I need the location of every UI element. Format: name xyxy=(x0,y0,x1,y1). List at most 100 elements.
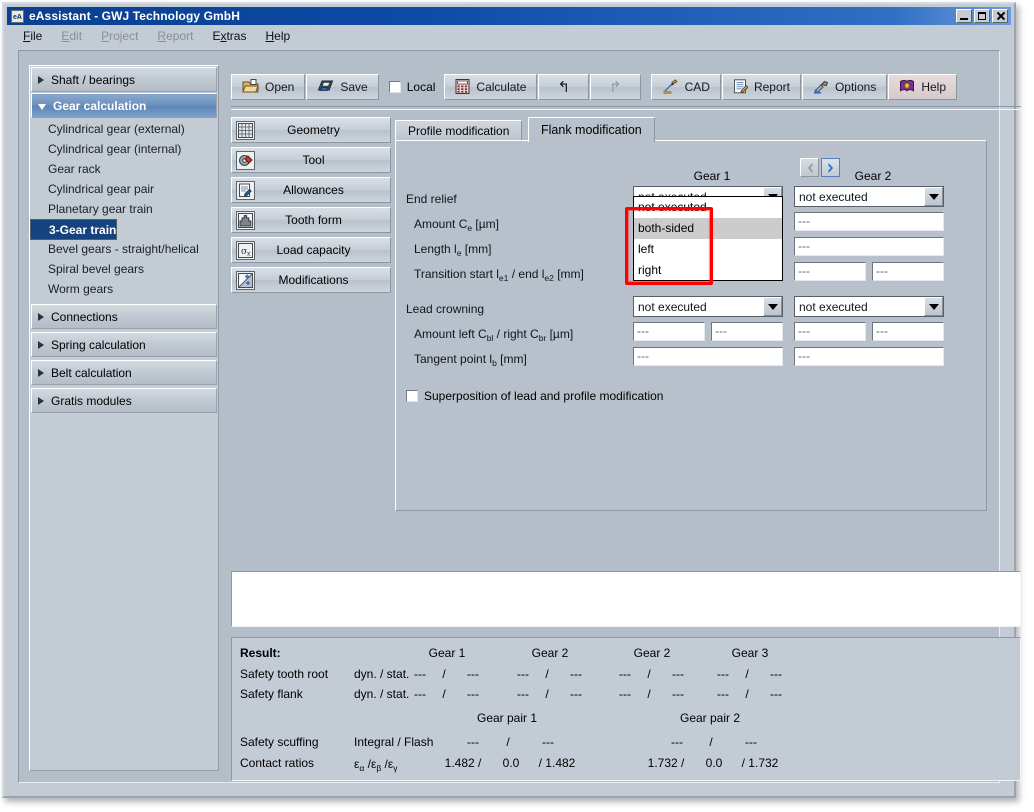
sidebar-group-label: Connections xyxy=(51,310,118,324)
lead-crowning-gear1-amount-left[interactable]: --- xyxy=(633,322,705,341)
local-checkbox-group[interactable]: Local xyxy=(389,80,436,94)
open-label: Open xyxy=(265,80,294,94)
result-cell: --- xyxy=(460,735,486,749)
category-modifications[interactable]: Modifications xyxy=(231,267,391,293)
sidebar-item-3-gear-train[interactable]: 3-Gear train xyxy=(30,219,117,240)
menu-report[interactable]: Report xyxy=(157,29,193,43)
superposition-checkbox[interactable] xyxy=(406,390,418,402)
lead-crowning-gear2-tangent[interactable]: --- xyxy=(794,347,944,366)
calculate-button[interactable]: Calculate xyxy=(444,74,537,100)
result-header-gear-2a: Gear 2 xyxy=(510,646,590,660)
application-window: eA eAssistant - GWJ Technology GmbH File… xyxy=(2,2,1016,798)
result-cell: --- xyxy=(763,667,789,681)
sidebar-group-gratis-modules[interactable]: Gratis modules xyxy=(31,388,217,413)
maximize-icon[interactable] xyxy=(974,9,990,23)
sidebar-group-spring-calculation[interactable]: Spring calculation xyxy=(31,332,217,357)
menu-extras[interactable]: Extras xyxy=(212,29,246,43)
chevron-down-icon[interactable] xyxy=(924,187,943,206)
column-header-gear-2: Gear 2 xyxy=(798,169,948,183)
result-row-label: Safety tooth root xyxy=(240,667,328,681)
sidebar-item-cylindrical-gear-pair[interactable]: Cylindrical gear pair xyxy=(30,179,218,199)
sidebar-item-gear-rack[interactable]: Gear rack xyxy=(30,159,218,179)
category-label: Allowances xyxy=(255,183,390,197)
result-sep: / xyxy=(502,735,514,749)
chevron-down-icon[interactable] xyxy=(924,297,943,316)
toolbar: Open Save Local Calculate xyxy=(231,70,1025,104)
result-row-mode: Integral / Flash xyxy=(354,735,433,749)
open-button[interactable]: Open xyxy=(231,74,305,100)
redo-button[interactable]: ↱ xyxy=(590,74,641,100)
sidebar-item-cylindrical-gear-external[interactable]: Cylindrical gear (external) xyxy=(30,119,218,139)
close-icon[interactable] xyxy=(992,9,1008,23)
tab-profile-modification[interactable]: Profile modification xyxy=(395,120,522,141)
result-cell: --- xyxy=(460,687,486,701)
sidebar-item-planetary-gear-train[interactable]: Planetary gear train xyxy=(30,199,218,219)
minimize-icon[interactable] xyxy=(956,9,972,23)
modification-icon xyxy=(236,271,255,290)
menu-file[interactable]: File xyxy=(23,29,42,43)
tab-flank-modification[interactable]: Flank modification xyxy=(528,117,655,142)
tooth-icon xyxy=(236,211,255,230)
local-checkbox[interactable] xyxy=(389,81,401,93)
lead-crowning-gear2-amount-right[interactable]: --- xyxy=(872,322,944,341)
category-tooth-form[interactable]: Tooth form xyxy=(231,207,391,233)
end-relief-gear2-select[interactable]: not executed xyxy=(794,186,944,207)
result-cell: --- xyxy=(664,735,690,749)
end-relief-length-label: Length le [mm] xyxy=(414,242,491,256)
result-header-gear-3: Gear 3 xyxy=(710,646,790,660)
sidebar-group-label: Shaft / bearings xyxy=(51,73,135,87)
end-relief-gear2-trans-start[interactable]: --- xyxy=(794,262,866,281)
app-icon: eA xyxy=(11,10,24,23)
category-geometry[interactable]: Geometry xyxy=(231,117,391,143)
category-load-capacity[interactable]: σx Load capacity xyxy=(231,237,391,263)
help-button[interactable]: Help xyxy=(888,74,957,100)
sidebar-item-bevel-gears[interactable]: Bevel gears - straight/helical xyxy=(30,239,218,259)
result-row-label: Safety scuffing xyxy=(240,735,319,749)
end-relief-gear2-length[interactable]: --- xyxy=(794,237,944,256)
chevron-down-icon[interactable] xyxy=(763,297,782,316)
sidebar-item-cylindrical-gear-internal[interactable]: Cylindrical gear (internal) xyxy=(30,139,218,159)
cad-button[interactable]: CAD xyxy=(651,74,721,100)
result-header-gear-2b: Gear 2 xyxy=(612,646,692,660)
undo-button[interactable]: ↰ xyxy=(538,74,589,100)
message-area xyxy=(231,571,1021,627)
menu-help[interactable]: Help xyxy=(265,29,290,43)
menu-edit[interactable]: Edit xyxy=(61,29,82,43)
report-button[interactable]: Report xyxy=(722,74,801,100)
sidebar-group-gear-calculation[interactable]: Gear calculation xyxy=(31,93,217,118)
result-sep: / xyxy=(438,687,450,701)
redo-icon: ↱ xyxy=(609,80,622,95)
sidebar-item-spiral-bevel-gears[interactable]: Spiral bevel gears xyxy=(30,259,218,279)
sidebar-group-shaft-bearings[interactable]: Shaft / bearings xyxy=(31,67,217,92)
result-cell: / 1.732 xyxy=(735,756,785,770)
end-relief-amount-label: Amount Ce [µm] xyxy=(414,217,499,231)
lead-crowning-gear1-tangent[interactable]: --- xyxy=(633,347,783,366)
chevron-down-icon xyxy=(38,104,46,110)
result-cell: --- xyxy=(407,667,433,681)
end-relief-gear2-trans-end[interactable]: --- xyxy=(872,262,944,281)
end-relief-gear2-amount[interactable]: --- xyxy=(794,212,944,231)
lead-crowning-gear1-amount-right[interactable]: --- xyxy=(711,322,783,341)
lead-crowning-gear2-select[interactable]: not executed xyxy=(794,296,944,317)
lead-crowning-gear1-select[interactable]: not executed xyxy=(633,296,783,317)
sidebar-item-worm-gears[interactable]: Worm gears xyxy=(30,279,218,299)
result-sep: / xyxy=(541,687,553,701)
result-cell: --- xyxy=(535,735,561,749)
category-allowances[interactable]: Allowances xyxy=(231,177,391,203)
lead-crowning-gear2-amount-left[interactable]: --- xyxy=(794,322,866,341)
menu-project[interactable]: Project xyxy=(101,29,138,43)
category-label: Modifications xyxy=(255,273,390,287)
category-tool[interactable]: Tool xyxy=(231,147,391,173)
superposition-label: Superposition of lead and profile modifi… xyxy=(424,389,663,403)
lead-crowning-gear1-value: not executed xyxy=(634,300,763,314)
sidebar-group-belt-calculation[interactable]: Belt calculation xyxy=(31,360,217,385)
result-cell: --- xyxy=(612,667,638,681)
sidebar-group-connections[interactable]: Connections xyxy=(31,304,217,329)
grid-icon xyxy=(236,121,255,140)
category-label: Geometry xyxy=(255,123,390,137)
sidebar-group-label: Gratis modules xyxy=(51,394,132,408)
result-row-mode: εα /εβ /εγ xyxy=(354,757,397,771)
superposition-checkbox-group[interactable]: Superposition of lead and profile modifi… xyxy=(406,389,663,403)
save-button[interactable]: Save xyxy=(306,74,378,100)
options-button[interactable]: Options xyxy=(802,74,887,100)
